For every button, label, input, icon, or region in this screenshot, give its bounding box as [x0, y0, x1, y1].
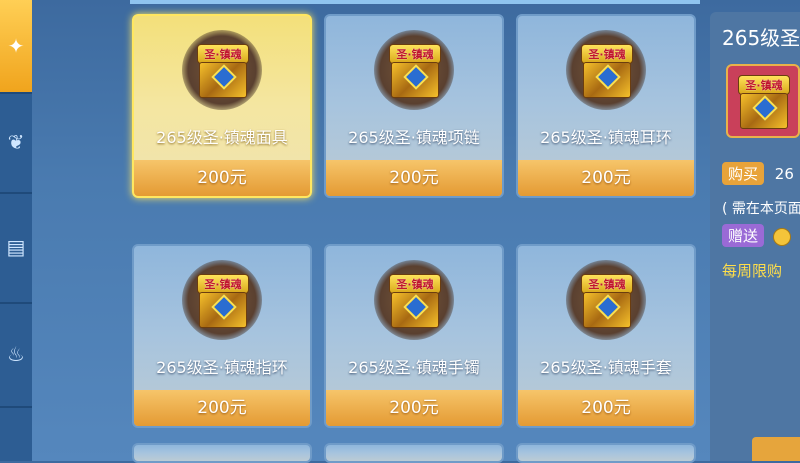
item-price: 200元 — [326, 390, 502, 426]
item-card[interactable]: 圣·镇魂 265级圣·镇魂指环 200元 — [132, 244, 312, 428]
detail-chest-icon: 圣·镇魂 — [726, 64, 800, 138]
chest-icon: 圣·镇魂 — [182, 30, 262, 110]
item-name: 265级圣·镇魂面具 — [156, 128, 288, 147]
item-name: 265级圣·镇魂项链 — [348, 128, 480, 147]
coin-icon — [772, 227, 791, 246]
sidebar-tab-1[interactable]: ✦ — [0, 0, 32, 94]
feather-icon: ❦ — [7, 130, 25, 154]
buy-row: 购买 26 — [722, 162, 794, 185]
chest-icon: 圣·镇魂 — [566, 260, 646, 340]
item-card[interactable] — [132, 443, 312, 463]
category-sidebar: ✦ ❦ ▤ ♨ — [0, 0, 32, 461]
chest-icon: 圣·镇魂 — [566, 30, 646, 110]
item-name: 265级圣·镇魂手镯 — [348, 358, 480, 377]
wing-icon: ✦ — [7, 34, 25, 58]
flame-icon: ♨ — [7, 342, 25, 366]
item-card[interactable]: 圣·镇魂 265级圣·镇魂手套 200元 — [516, 244, 696, 428]
sidebar-tab-2[interactable]: ❦ — [0, 92, 32, 194]
chest-icon: 圣·镇魂 — [374, 30, 454, 110]
chest-icon: 圣·镇魂 — [374, 260, 454, 340]
item-price: 200元 — [518, 390, 694, 426]
panel-action-button[interactable] — [752, 437, 800, 461]
weekly-limit: 每周限购 — [722, 262, 783, 280]
item-card[interactable]: 圣·镇魂 265级圣·镇魂耳环 200元 — [516, 14, 696, 198]
sidebar-tab-3[interactable]: ▤ — [0, 192, 32, 304]
item-card[interactable] — [516, 443, 696, 463]
item-name: 265级圣·镇魂手套 — [540, 358, 672, 377]
item-price: 200元 — [134, 390, 310, 426]
item-name: 265级圣·镇魂指环 — [156, 358, 288, 377]
gift-row: 赠送 — [722, 224, 791, 247]
item-price: 200元 — [518, 160, 694, 196]
detail-title: 265级圣 — [722, 26, 800, 50]
item-card[interactable]: 圣·镇魂 265级圣·镇魂手镯 200元 — [324, 244, 504, 428]
gift-badge: 赠送 — [722, 224, 765, 247]
buy-badge: 购买 — [722, 162, 765, 185]
buy-note: ( 需在本页面 — [722, 201, 800, 217]
chest-icon: 圣·镇魂 — [182, 260, 262, 340]
item-card[interactable]: 圣·镇魂 265级圣·镇魂项链 200元 — [324, 14, 504, 198]
top-divider — [130, 0, 700, 4]
item-detail-panel: 265级圣 圣·镇魂 购买 26 ( 需在本页面 赠送 每周限购 — [710, 12, 800, 461]
book-icon: ▤ — [6, 235, 26, 259]
item-card[interactable]: 圣·镇魂 265级圣·镇魂面具 200元 — [132, 14, 312, 198]
item-name: 265级圣·镇魂耳环 — [540, 128, 672, 147]
sidebar-tab-4[interactable]: ♨ — [0, 302, 32, 408]
item-card[interactable] — [324, 443, 504, 463]
item-price: 200元 — [326, 160, 502, 196]
buy-value: 26 — [774, 165, 794, 183]
item-price: 200元 — [134, 160, 310, 196]
